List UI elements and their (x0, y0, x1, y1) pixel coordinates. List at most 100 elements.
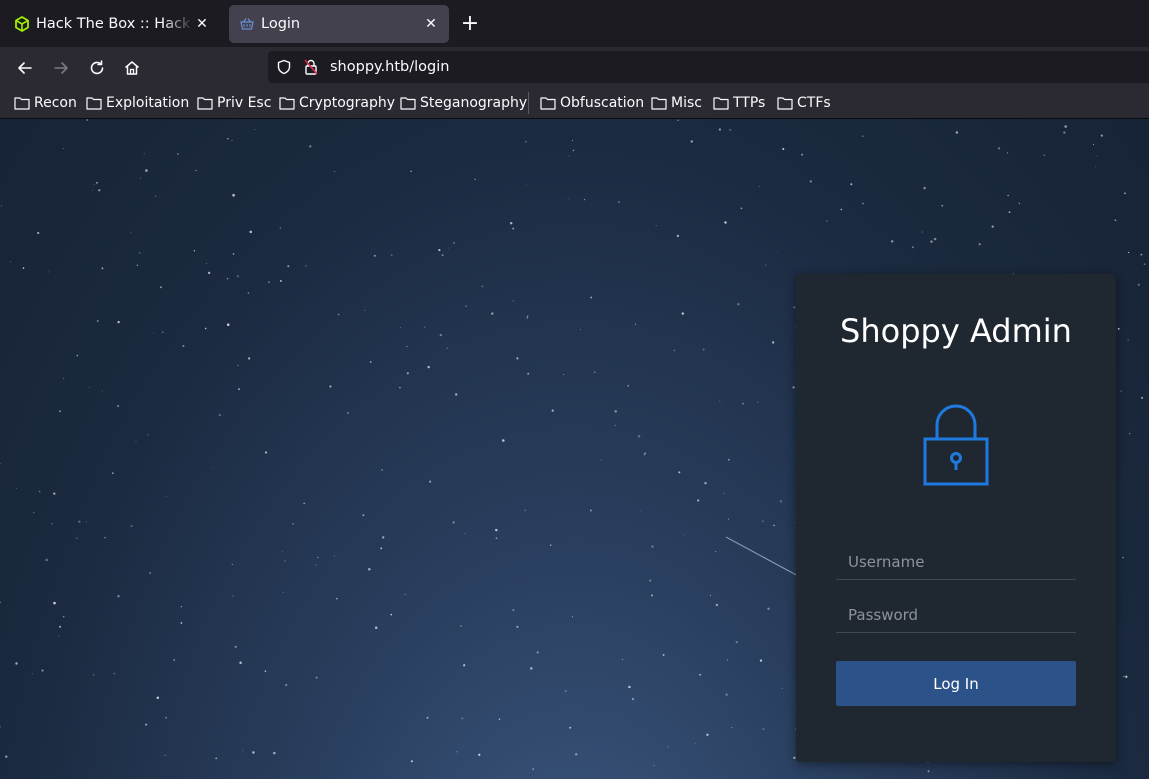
star (207, 271, 211, 275)
star (759, 659, 763, 662)
star (690, 140, 693, 143)
star (254, 128, 256, 130)
star (978, 243, 981, 246)
star (502, 439, 505, 442)
star (765, 264, 767, 266)
home-button[interactable] (121, 57, 143, 79)
star (590, 296, 593, 299)
tracking-shield-icon[interactable] (276, 59, 292, 75)
star (526, 317, 529, 319)
star (593, 371, 596, 374)
star (1143, 263, 1146, 266)
close-icon[interactable]: ✕ (423, 16, 439, 32)
star (551, 409, 554, 412)
star (212, 468, 214, 470)
star (423, 326, 426, 328)
bookmark-folder-steganography[interactable]: Steganography (400, 94, 527, 112)
star (315, 564, 318, 566)
star (336, 597, 338, 600)
bookmark-folder-misc[interactable]: Misc (651, 94, 702, 112)
bookmark-folder-recon[interactable]: Recon (14, 94, 77, 112)
tab-login[interactable]: Login ✕ (229, 5, 449, 43)
home-icon (125, 61, 139, 75)
star (704, 481, 707, 485)
star (455, 393, 458, 396)
star (428, 480, 432, 483)
star (781, 687, 783, 690)
bookmark-label: Recon (34, 95, 77, 111)
close-icon[interactable]: ✕ (194, 16, 210, 32)
bookmark-label: Obfuscation (560, 95, 645, 111)
star (495, 528, 498, 532)
star (516, 625, 519, 629)
star (651, 594, 653, 597)
username-field[interactable] (836, 544, 1076, 580)
star (684, 534, 686, 536)
bookmark-folder-ctfs[interactable]: CTFs (777, 94, 831, 112)
bookmark-folder-obfuscation[interactable]: Obfuscation (540, 94, 644, 112)
forward-button[interactable] (50, 57, 72, 79)
bookmark-folder-exploitation[interactable]: Exploitation (86, 94, 189, 112)
basket-icon (239, 16, 255, 32)
tab-hackthebox[interactable]: Hack The Box :: Hack The Box ✕ (4, 5, 220, 43)
password-field[interactable] (836, 597, 1076, 633)
star (600, 459, 603, 461)
star (165, 717, 167, 719)
star (773, 524, 775, 527)
address-bar[interactable]: shoppy.htb/login (268, 51, 1149, 83)
reload-button[interactable] (86, 57, 108, 79)
meteor-trail (725, 536, 801, 578)
tab-title: Hack The Box :: Hack The Box (36, 16, 194, 32)
star (735, 640, 738, 644)
star (136, 264, 139, 267)
star (530, 667, 533, 670)
star (512, 227, 515, 230)
star (681, 312, 685, 315)
star (509, 221, 513, 225)
star (465, 305, 467, 307)
star (723, 492, 725, 495)
star (930, 240, 933, 243)
star (862, 135, 864, 137)
star (218, 414, 221, 416)
star (762, 728, 765, 730)
star (281, 551, 283, 553)
bookmark-folder-priv-esc[interactable]: Priv Esc (197, 94, 271, 112)
padlock-icon (923, 404, 989, 486)
star (247, 292, 250, 294)
star (380, 547, 383, 550)
star (101, 390, 103, 392)
back-button[interactable] (14, 57, 36, 79)
star (667, 746, 669, 748)
star (406, 345, 408, 348)
star (567, 199, 569, 200)
bookmark-folder-ttps[interactable]: TTPs (713, 94, 765, 112)
new-tab-button[interactable]: + (460, 13, 480, 35)
bookmark-folder-cryptography[interactable]: Cryptography (279, 94, 395, 112)
star (782, 147, 785, 151)
star (649, 579, 652, 582)
star (91, 189, 93, 191)
star (728, 458, 730, 461)
star (22, 267, 25, 269)
star (232, 595, 234, 597)
star (146, 433, 149, 436)
star (117, 404, 120, 408)
insecure-lock-icon[interactable] (302, 58, 320, 76)
star (569, 726, 572, 729)
login-button[interactable]: Log In (836, 661, 1076, 706)
star (614, 424, 617, 427)
star (564, 690, 567, 693)
star (104, 536, 106, 539)
star (1092, 143, 1094, 146)
star (1125, 675, 1128, 678)
star (427, 365, 430, 369)
star (305, 265, 307, 267)
star (0, 726, 1, 728)
star (678, 471, 681, 474)
star (76, 354, 79, 357)
star (362, 514, 365, 517)
star (568, 155, 570, 157)
star (1007, 194, 1009, 197)
star (653, 765, 655, 767)
